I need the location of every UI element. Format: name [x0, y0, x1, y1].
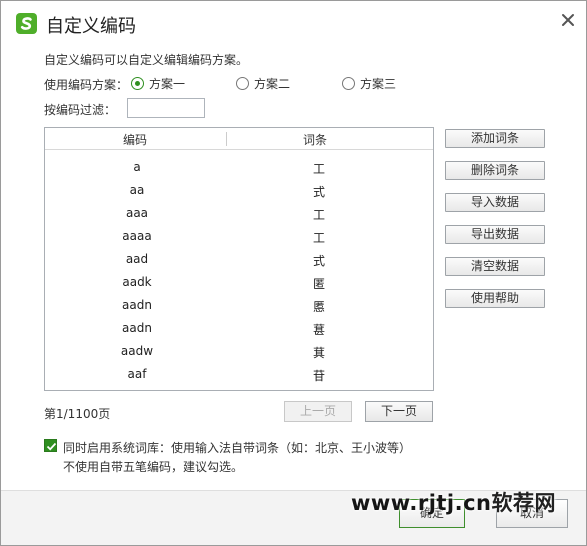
import-data-button[interactable]: 导入数据 — [445, 193, 545, 212]
table-row[interactable]: aadk 匿 — [45, 271, 433, 294]
code-cell: aaf — [127, 367, 147, 381]
filter-input[interactable] — [127, 98, 205, 118]
system-lexicon-label: 同时启用系统词库：使用输入法自带词条（如：北京、王小波等） — [63, 441, 412, 455]
scheme-label: 使用编码方案： — [44, 78, 129, 92]
close-icon[interactable] — [559, 11, 577, 29]
radio-icon — [236, 77, 249, 90]
prev-page-button[interactable]: 上一页 — [284, 401, 352, 422]
system-lexicon-note: 不使用自带五笔编码，建议勾选。 — [63, 460, 244, 474]
ok-button[interactable]: 确定 — [399, 499, 465, 528]
table-row[interactable]: aa 式 — [45, 179, 433, 202]
scheme-option-label: 方案一 — [149, 77, 186, 91]
code-cell: aadn — [122, 298, 152, 312]
code-cell: aadn — [122, 321, 152, 335]
word-cell: 葚 — [312, 323, 325, 337]
word-cell: 工 — [312, 162, 325, 176]
code-cell: a — [133, 160, 141, 174]
table-header: 编码 词条 — [45, 128, 433, 150]
checkmark-icon — [46, 442, 57, 451]
table-row[interactable]: a 工 — [45, 156, 433, 179]
code-cell: aadk — [122, 275, 152, 289]
table-row[interactable]: aaa 工 — [45, 202, 433, 225]
code-cell: aaa — [125, 206, 149, 220]
dialog-title: 自定义编码 — [46, 16, 136, 37]
radio-icon — [342, 77, 355, 90]
title-bar: 自定义编码 — [1, 1, 586, 45]
next-page-button[interactable]: 下一页 — [365, 401, 433, 422]
delete-entry-button[interactable]: 删除词条 — [445, 161, 545, 180]
code-cell: aaaa — [122, 229, 152, 243]
column-divider — [226, 132, 227, 146]
word-cell: 苷 — [312, 369, 325, 383]
scheme-option-label: 方案二 — [254, 77, 291, 91]
page-info: 第1/1100页 — [44, 407, 111, 421]
word-cell: 工 — [312, 208, 325, 222]
table-row[interactable]: aadn 葚 — [45, 317, 433, 340]
scheme-radio-3[interactable]: 方案三 — [342, 75, 396, 92]
table-row[interactable]: aaf 苷 — [45, 363, 433, 386]
sogou-logo-icon — [16, 13, 37, 34]
encoding-table: 编码 词条 a 工 aa 式 aaa 工 aaaa 工 aad 式 aadk 匿 — [44, 127, 434, 391]
table-row[interactable]: aadn 慝 — [45, 294, 433, 317]
word-cell: 式 — [312, 254, 325, 268]
word-cell: 式 — [312, 185, 325, 199]
column-header-code[interactable]: 编码 — [123, 131, 147, 148]
scheme-option-label: 方案三 — [360, 77, 397, 91]
scheme-radio-1[interactable]: 方案一 — [131, 75, 185, 92]
system-lexicon-checkbox[interactable] — [44, 439, 57, 452]
word-cell: 工 — [312, 231, 325, 245]
cancel-button[interactable]: 取消 — [496, 499, 568, 528]
dialog-description: 自定义编码可以自定义编辑编码方案。 — [44, 53, 249, 67]
scheme-radio-2[interactable]: 方案二 — [236, 75, 290, 92]
code-cell: aadw — [120, 344, 154, 358]
clear-data-button[interactable]: 清空数据 — [445, 257, 545, 276]
add-entry-button[interactable]: 添加词条 — [445, 129, 545, 148]
export-data-button[interactable]: 导出数据 — [445, 225, 545, 244]
word-cell: 慝 — [312, 300, 325, 314]
radio-selected-icon — [131, 77, 144, 90]
table-row[interactable]: aadw 萁 — [45, 340, 433, 363]
code-cell: aa — [129, 183, 145, 197]
code-cell: aad — [125, 252, 149, 266]
help-button[interactable]: 使用帮助 — [445, 289, 545, 308]
table-row[interactable]: aad 式 — [45, 248, 433, 271]
custom-encoding-dialog: 自定义编码 自定义编码可以自定义编辑编码方案。 使用编码方案： 方案一 方案二 … — [0, 0, 587, 546]
word-cell: 萁 — [312, 346, 325, 360]
word-cell: 匿 — [312, 277, 325, 291]
column-header-word[interactable]: 词条 — [303, 131, 327, 148]
table-row[interactable]: aaaa 工 — [45, 225, 433, 248]
filter-label: 按编码过滤： — [44, 103, 117, 117]
